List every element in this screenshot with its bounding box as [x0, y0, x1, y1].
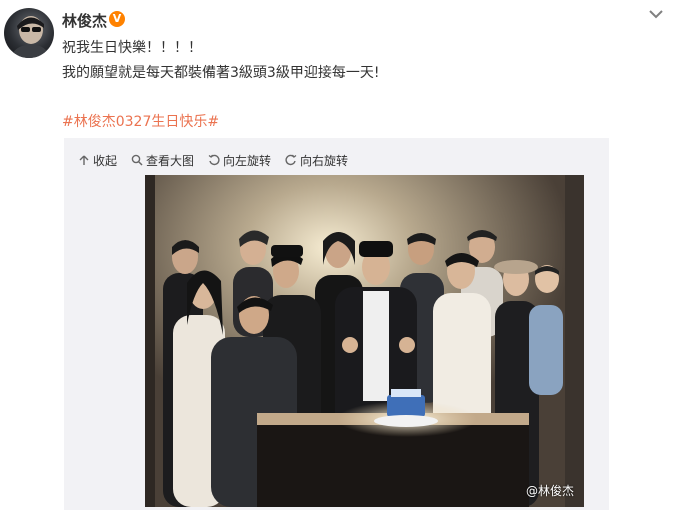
avatar[interactable] [4, 8, 54, 58]
hashtag-link[interactable]: #林俊杰0327生日快乐# [62, 111, 219, 131]
photo-watermark: @林俊杰 [525, 484, 574, 498]
rotate-right-label: 向右旋转 [300, 153, 349, 168]
rotate-left-label: 向左旋转 [223, 153, 272, 168]
view-large-button[interactable]: 查看大图 [131, 152, 194, 169]
post-photo[interactable]: @林俊杰 [145, 175, 584, 507]
arrow-up-icon [79, 155, 89, 165]
rotate-right-icon [285, 154, 297, 166]
avatar-image [10, 16, 50, 58]
magnifier-icon [131, 154, 143, 166]
view-large-label: 查看大图 [146, 153, 195, 168]
media-toolbar: 收起 查看大图 向左旋转 向右旋转 [78, 151, 362, 169]
post-text-line-2: 我的願望就是每天都裝備著3級頭3級甲迎接每一天! [62, 65, 380, 81]
collapse-label: 收起 [93, 153, 118, 168]
collapse-button[interactable]: 收起 [78, 152, 117, 169]
verified-badge-icon: V [109, 11, 125, 27]
post-text-line-1: 祝我生日快樂！！！！ [62, 40, 202, 56]
media-panel: 收起 查看大图 向左旋转 向右旋转 @林俊杰 [64, 138, 609, 510]
rotate-left-button[interactable]: 向左旋转 [208, 152, 271, 169]
username[interactable]: 林俊杰 [62, 10, 107, 31]
rotate-right-button[interactable]: 向右旋转 [285, 152, 348, 169]
rotate-left-icon [208, 154, 220, 166]
group-photo-image [145, 175, 584, 507]
chevron-down-icon[interactable] [648, 8, 664, 20]
